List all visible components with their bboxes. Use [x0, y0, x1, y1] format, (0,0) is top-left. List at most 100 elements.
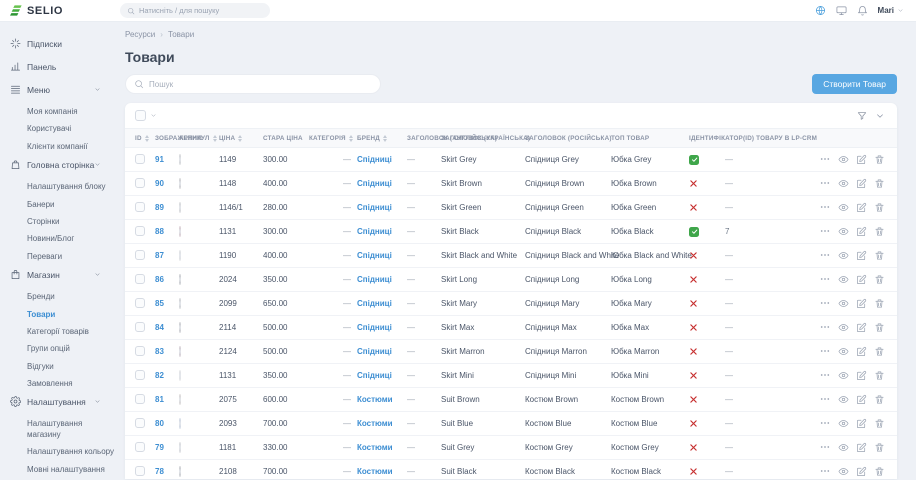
view-icon[interactable]	[838, 202, 849, 213]
delete-icon[interactable]	[874, 274, 885, 285]
product-image[interactable]	[179, 394, 181, 405]
product-id-link[interactable]: 81	[155, 395, 179, 404]
product-category-link[interactable]: Спідниці	[357, 323, 407, 332]
row-checkbox[interactable]	[135, 346, 145, 356]
product-image[interactable]	[179, 250, 181, 261]
view-icon[interactable]	[838, 442, 849, 453]
view-icon[interactable]	[838, 322, 849, 333]
sidebar-subitem[interactable]: Користувачі	[27, 124, 121, 134]
sidebar-subitem[interactable]: Моя компанія	[27, 107, 121, 117]
delete-icon[interactable]	[874, 178, 885, 189]
sidebar-item-panel[interactable]: Панель	[10, 61, 121, 72]
edit-icon[interactable]	[856, 250, 867, 261]
more-actions-icon[interactable]: ⋯	[820, 299, 831, 309]
more-actions-icon[interactable]: ⋯	[820, 347, 831, 357]
sidebar-subitem[interactable]: Товари	[27, 310, 121, 320]
filter-control[interactable]	[857, 111, 885, 121]
product-id-link[interactable]: 89	[155, 203, 179, 212]
edit-icon[interactable]	[856, 298, 867, 309]
product-id-link[interactable]: 79	[155, 443, 179, 452]
sidebar-subitem[interactable]: Налаштування блоку	[27, 182, 121, 192]
delete-icon[interactable]	[874, 202, 885, 213]
delete-icon[interactable]	[874, 394, 885, 405]
more-actions-icon[interactable]: ⋯	[820, 419, 831, 429]
row-checkbox[interactable]	[135, 274, 145, 284]
sidebar-subitem[interactable]: Сторінки	[27, 217, 121, 227]
more-actions-icon[interactable]: ⋯	[820, 155, 831, 165]
edit-icon[interactable]	[856, 370, 867, 381]
sidebar-item-shop[interactable]: Магазин	[10, 269, 121, 280]
table-search-input[interactable]: Пошук	[125, 74, 381, 94]
delete-icon[interactable]	[874, 226, 885, 237]
product-category-link[interactable]: Костюми	[357, 443, 407, 452]
more-actions-icon[interactable]: ⋯	[820, 371, 831, 381]
sidebar-subitem[interactable]: Групи опцій	[27, 344, 121, 354]
row-checkbox[interactable]	[135, 250, 145, 260]
row-checkbox[interactable]	[135, 466, 145, 476]
edit-icon[interactable]	[856, 466, 867, 477]
product-category-link[interactable]: Спідниці	[357, 275, 407, 284]
product-category-link[interactable]: Костюми	[357, 395, 407, 404]
delete-icon[interactable]	[874, 154, 885, 165]
sidebar-subitem[interactable]: Налаштування кольору	[27, 447, 121, 457]
product-image[interactable]	[179, 442, 181, 453]
monitor-icon[interactable]	[836, 5, 847, 16]
product-image[interactable]	[179, 298, 181, 309]
product-category-link[interactable]: Спідниці	[357, 299, 407, 308]
globe-icon[interactable]	[815, 5, 826, 16]
product-image[interactable]	[179, 154, 181, 165]
edit-icon[interactable]	[856, 322, 867, 333]
sidebar-subitem[interactable]: Новини/Блог	[27, 234, 121, 244]
sidebar-subitem[interactable]: Мовні налаштування	[27, 465, 121, 475]
product-category-link[interactable]: Костюми	[357, 419, 407, 428]
view-icon[interactable]	[838, 226, 849, 237]
view-icon[interactable]	[838, 298, 849, 309]
row-checkbox[interactable]	[135, 298, 145, 308]
product-image[interactable]	[179, 202, 181, 213]
delete-icon[interactable]	[874, 346, 885, 357]
more-actions-icon[interactable]: ⋯	[820, 251, 831, 261]
sidebar-subitem[interactable]: Замовлення	[27, 379, 121, 389]
edit-icon[interactable]	[856, 226, 867, 237]
row-checkbox[interactable]	[135, 178, 145, 188]
row-checkbox[interactable]	[135, 322, 145, 332]
more-actions-icon[interactable]: ⋯	[820, 227, 831, 237]
sidebar-item-settings[interactable]: Налаштування	[10, 396, 121, 407]
product-image[interactable]	[179, 274, 181, 285]
delete-icon[interactable]	[874, 250, 885, 261]
edit-icon[interactable]	[856, 202, 867, 213]
row-checkbox[interactable]	[135, 226, 145, 236]
select-all-checkbox[interactable]	[135, 110, 146, 121]
edit-icon[interactable]	[856, 346, 867, 357]
select-all-chevron-icon[interactable]	[150, 112, 157, 119]
create-product-button[interactable]: Створити Товар	[812, 74, 897, 94]
delete-icon[interactable]	[874, 442, 885, 453]
view-icon[interactable]	[838, 394, 849, 405]
product-image[interactable]	[179, 346, 181, 357]
sidebar-subitem[interactable]: Переваги	[27, 252, 121, 262]
delete-icon[interactable]	[874, 298, 885, 309]
sidebar-subitem[interactable]: Відгуки	[27, 362, 121, 372]
more-actions-icon[interactable]: ⋯	[820, 443, 831, 453]
product-id-link[interactable]: 84	[155, 323, 179, 332]
row-checkbox[interactable]	[135, 418, 145, 428]
product-id-link[interactable]: 87	[155, 251, 179, 260]
edit-icon[interactable]	[856, 178, 867, 189]
view-icon[interactable]	[838, 370, 849, 381]
more-actions-icon[interactable]: ⋯	[820, 323, 831, 333]
sidebar-item-subscriptions[interactable]: Підписки	[10, 38, 121, 49]
sidebar-subitem[interactable]: Клієнти компанії	[27, 142, 121, 152]
more-actions-icon[interactable]: ⋯	[820, 203, 831, 213]
sidebar-item-menu[interactable]: Меню	[10, 84, 121, 95]
product-id-link[interactable]: 78	[155, 467, 179, 476]
row-checkbox[interactable]	[135, 370, 145, 380]
product-image[interactable]	[179, 370, 181, 381]
edit-icon[interactable]	[856, 154, 867, 165]
view-icon[interactable]	[838, 274, 849, 285]
edit-icon[interactable]	[856, 394, 867, 405]
product-category-link[interactable]: Спідниці	[357, 251, 407, 260]
product-id-link[interactable]: 83	[155, 347, 179, 356]
view-icon[interactable]	[838, 154, 849, 165]
column-header-id[interactable]: ID	[135, 135, 155, 142]
row-checkbox[interactable]	[135, 442, 145, 452]
